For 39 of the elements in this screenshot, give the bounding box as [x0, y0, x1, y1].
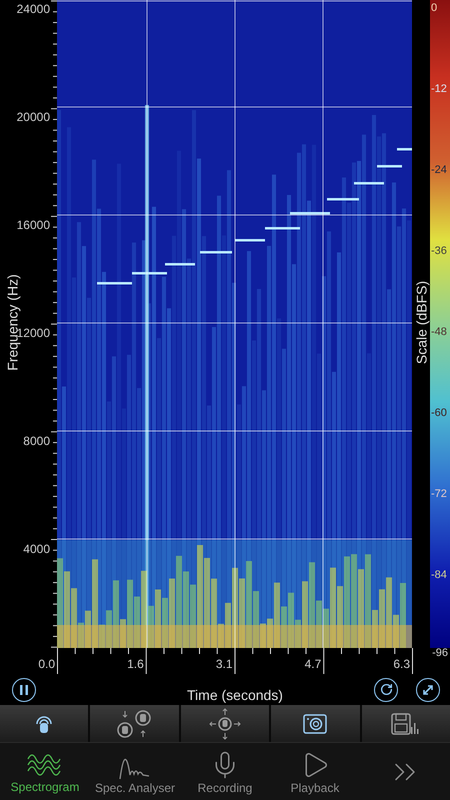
scale-label: -12 — [431, 84, 447, 95]
scale-label: -72 — [431, 489, 447, 500]
tab[interactable]: Playback — [270, 743, 360, 800]
tool-button[interactable] — [180, 705, 270, 742]
scale-label: -84 — [431, 570, 447, 581]
pause-icon — [20, 684, 28, 694]
scale-title: Scale (dBFS) — [412, 280, 430, 366]
scale-label: -36 — [431, 246, 447, 257]
axis-label: 3.1 — [216, 658, 232, 670]
axis-label: 6.3 — [393, 658, 410, 670]
move-arrows-icon — [208, 708, 242, 740]
scale-label: -96 — [432, 648, 448, 659]
expand-button[interactable] — [416, 678, 440, 702]
tab[interactable]: Recording — [180, 743, 270, 800]
camera-icon — [303, 714, 328, 734]
tool-button[interactable] — [362, 705, 450, 742]
axis-label: 0.0 — [38, 658, 55, 670]
refresh-icon — [380, 683, 392, 696]
axis-label: 8000 — [23, 435, 50, 447]
axis-label: 24000 — [16, 3, 50, 15]
tab[interactable]: Spec. Analyser — [90, 743, 180, 800]
scale-label: -60 — [431, 408, 447, 419]
axis-label: 4.7 — [304, 658, 322, 670]
tool-button[interactable] — [0, 705, 88, 742]
tool-button[interactable] — [90, 705, 179, 742]
scale-label: -24 — [431, 165, 447, 176]
axis-label: 16000 — [16, 219, 50, 231]
diagonal-arrow-icon — [422, 684, 434, 696]
tool-button[interactable] — [271, 705, 360, 742]
axis-label: 1.6 — [127, 658, 144, 670]
tab[interactable]: Spectrogram — [0, 743, 90, 800]
save-levels-icon — [390, 712, 421, 734]
scale-label: -48 — [431, 327, 447, 338]
refresh-button[interactable] — [374, 678, 398, 702]
scale-label: 0 — [431, 3, 438, 14]
axis-label: 4000 — [23, 543, 50, 555]
pause-button[interactable] — [12, 678, 36, 702]
axis-label: 20000 — [16, 111, 50, 123]
axis-title: Time (seconds) — [187, 686, 283, 705]
